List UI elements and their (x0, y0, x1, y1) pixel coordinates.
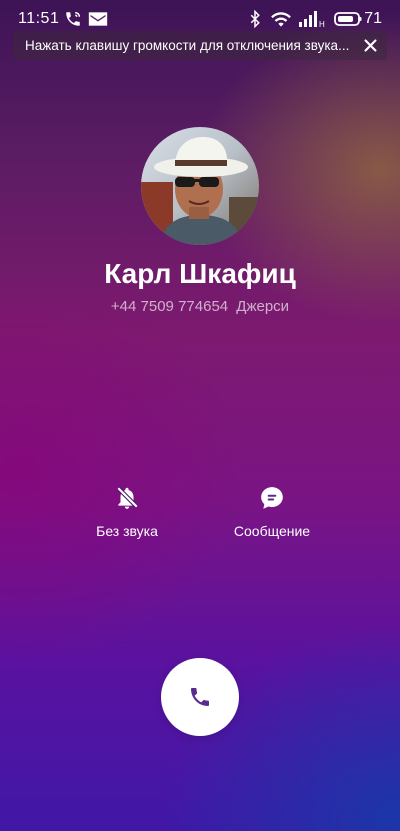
bell-off-icon (116, 486, 139, 509)
caller-name: Карл Шкафиц (104, 258, 296, 289)
battery-icon (334, 12, 362, 26)
mute-label: Без звука (96, 523, 158, 539)
close-icon[interactable] (362, 37, 379, 54)
status-time: 11:51 (18, 10, 60, 27)
answer-call-button[interactable] (161, 658, 239, 736)
wifi-icon (271, 12, 291, 27)
volume-hint-text: Нажать клавишу громкости для отключения … (25, 38, 350, 53)
caller-location: Джерси (236, 298, 290, 315)
battery-level: 71 (364, 10, 382, 27)
mail-icon (88, 12, 108, 26)
mute-button[interactable]: Без звука (62, 485, 192, 539)
caller-avatar (141, 127, 259, 245)
message-button[interactable]: Сообщение (207, 485, 337, 539)
phone-icon (191, 688, 209, 706)
message-icon (261, 487, 283, 509)
message-label: Сообщение (233, 523, 311, 539)
bluetooth-icon (250, 10, 260, 28)
caller-info: +44 7509 774654 Джерси (0, 298, 400, 315)
caller-phone: +44 7509 774654 (110, 298, 229, 315)
svg-text:H: H (319, 20, 325, 28)
phone-call-icon (66, 11, 81, 26)
incoming-call-screen: 11:51 H 71 Нажать клавишу громкости для … (0, 0, 400, 831)
volume-hint-notification: Нажать клавишу громкости для отключения … (13, 31, 387, 60)
signal-icon: H (299, 11, 325, 28)
